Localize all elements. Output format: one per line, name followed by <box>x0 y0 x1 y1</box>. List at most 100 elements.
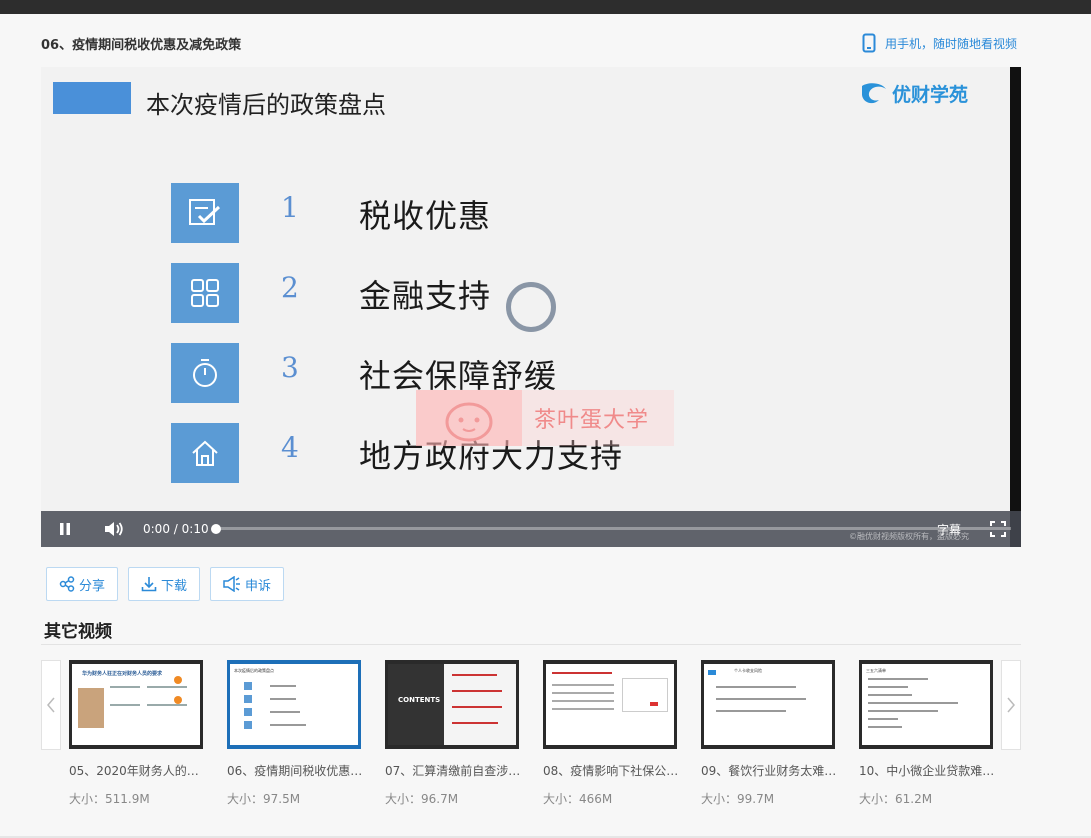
thumb-text-line <box>552 672 612 674</box>
video-size: 大小：97.5M <box>227 792 301 806</box>
video-thumbnail[interactable]: 三五六清单 <box>859 660 993 749</box>
time-separator: / <box>173 522 178 536</box>
thumb-text-line <box>868 694 912 696</box>
logo-text: 优财学苑 <box>892 84 969 106</box>
slide-title: 本次疫情后的政策盘点 <box>146 91 386 119</box>
share-label: 分享 <box>79 578 106 594</box>
thumbnail-frame <box>546 664 674 745</box>
thumb-text-line <box>270 698 296 700</box>
page-title: 06、疫情期间税收优惠及减免政策 <box>41 38 242 53</box>
appeal-label: 申诉 <box>245 578 272 594</box>
carousel-prev-button[interactable] <box>41 660 61 750</box>
video-card[interactable]: 08、疫情影响下社保公… 大小：466M <box>543 660 677 807</box>
thumbnail-frame: 个人卡收支风险 <box>704 664 832 745</box>
progress-bar[interactable] <box>216 527 1011 530</box>
thumb-text-line <box>868 678 928 680</box>
thumb-text-line <box>868 686 908 688</box>
thumb-icon-box <box>244 721 252 729</box>
video-title[interactable]: 06、疫情期间税收优惠… <box>227 762 361 779</box>
logo-icon <box>862 82 886 103</box>
thumbnail-frame: 三五六清单 <box>862 664 990 745</box>
thumb-text-line <box>452 674 497 676</box>
share-button[interactable]: 分享 <box>46 567 119 601</box>
video-title[interactable]: 08、疫情影响下社保公… <box>543 762 677 779</box>
slide-accent-bar <box>53 82 131 114</box>
mascot-icon <box>416 390 522 446</box>
slide-item-number: 2 <box>281 271 299 304</box>
video-thumbnail[interactable]: 本次疫情后的政策盘点 <box>227 660 361 749</box>
thumb-dot <box>174 696 182 704</box>
watermark: 茶叶蛋大学 <box>416 390 674 446</box>
top-bar <box>0 0 1091 14</box>
download-button[interactable]: 下载 <box>128 567 201 601</box>
duration: 0:10 <box>181 522 209 536</box>
thumb-screenshot <box>622 678 668 712</box>
share-icon <box>59 576 75 592</box>
video-card-active[interactable]: 本次疫情后的政策盘点 06、疫情期间税收优惠… 大小：97.5M <box>227 660 361 807</box>
subtitle-button[interactable]: 字幕 <box>937 521 961 538</box>
slide-item-label: 金融支持 <box>359 277 492 315</box>
time-display: 0:00 / 0:10 <box>143 522 209 536</box>
slide-item-number: 1 <box>281 191 299 224</box>
video-title[interactable]: 07、汇算清缴前自查涉… <box>385 762 519 779</box>
video-player[interactable]: 本次疫情后的政策盘点 优财学苑 1 税收优惠 2 金融支持 3 社会保障舒缓 4… <box>41 67 1021 547</box>
video-thumbnail[interactable]: 华为财务人狂正在对财务人员的要求 <box>69 660 203 749</box>
video-thumbnail[interactable]: CONTENTS <box>385 660 519 749</box>
thumb-dark-panel <box>388 664 444 745</box>
thumb-text-line <box>452 706 502 708</box>
megaphone-icon <box>223 576 241 592</box>
loading-spinner-icon <box>506 282 556 332</box>
thumb-text-line <box>270 685 296 687</box>
video-thumbnail[interactable] <box>543 660 677 749</box>
slide-logo: 优财学苑 <box>859 80 968 107</box>
thumb-text-line <box>552 684 614 686</box>
thumb-text-line <box>270 724 306 726</box>
video-size: 大小：511.9M <box>69 792 150 806</box>
video-card[interactable]: 个人卡收支风险 09、餐饮行业财务太难… 大小：99.7M <box>701 660 835 807</box>
volume-button[interactable] <box>104 521 124 540</box>
video-thumbnail[interactable]: 个人卡收支风险 <box>701 660 835 749</box>
current-time: 0:00 <box>143 522 170 536</box>
pause-button[interactable] <box>58 522 72 539</box>
thumb-text-line <box>110 704 140 706</box>
slide-item-2: 2 金融支持 <box>171 263 771 325</box>
grid-icon <box>171 263 239 323</box>
player-controls: 0:00 / 0:10 ©融优财视频版权所有，盗版必究 字幕 <box>41 511 1021 547</box>
progress-handle[interactable] <box>211 524 221 534</box>
thumb-text-line <box>716 710 786 712</box>
mobile-link-label: 用手机，随时随地看视频 <box>885 36 1018 51</box>
thumb-text-line <box>110 686 140 688</box>
chevron-left-icon <box>47 697 55 713</box>
watermark-text: 茶叶蛋大学 <box>534 408 650 433</box>
video-card[interactable]: 三五六清单 10、中小微企业贷款难… 大小：61.2M <box>859 660 993 807</box>
download-icon <box>141 577 157 592</box>
thumbnail-frame: 华为财务人狂正在对财务人员的要求 <box>72 664 200 745</box>
slide-item-1: 1 税收优惠 <box>171 183 771 245</box>
video-size: 大小：61.2M <box>859 792 933 806</box>
thumb-text-line <box>552 700 614 702</box>
video-card[interactable]: CONTENTS 07、汇算清缴前自查涉… 大小：96.7M <box>385 660 519 807</box>
thumb-text-line <box>552 692 614 694</box>
fullscreen-icon <box>990 521 1006 537</box>
appeal-button[interactable]: 申诉 <box>210 567 285 601</box>
video-card[interactable]: 华为财务人狂正在对财务人员的要求 05、2020年财务人的… 大小：511.9M <box>69 660 203 807</box>
thumbnail-heading: 个人卡收支风险 <box>734 668 762 673</box>
thumb-dot <box>174 676 182 684</box>
thumbnail-frame: 本次疫情后的政策盘点 <box>230 664 358 745</box>
carousel-next-button[interactable] <box>1001 660 1021 750</box>
video-size: 大小：99.7M <box>701 792 775 806</box>
slide-item-number: 4 <box>281 431 299 464</box>
thumb-text-line <box>452 722 498 724</box>
fullscreen-button[interactable] <box>990 521 1006 540</box>
thumbnail-heading: CONTENTS <box>398 696 441 704</box>
person-photo <box>78 688 104 728</box>
video-title[interactable]: 09、餐饮行业财务太难… <box>701 762 835 779</box>
video-size: 大小：96.7M <box>385 792 459 806</box>
video-title[interactable]: 05、2020年财务人的… <box>69 762 203 779</box>
download-label: 下载 <box>161 578 188 594</box>
thumb-text-line <box>868 726 902 728</box>
thumb-icon-box <box>244 695 252 703</box>
mobile-watch-link[interactable]: 用手机，随时随地看视频 <box>862 33 1017 53</box>
video-title[interactable]: 10、中小微企业贷款难… <box>859 762 993 779</box>
thumb-icon-box <box>244 708 252 716</box>
